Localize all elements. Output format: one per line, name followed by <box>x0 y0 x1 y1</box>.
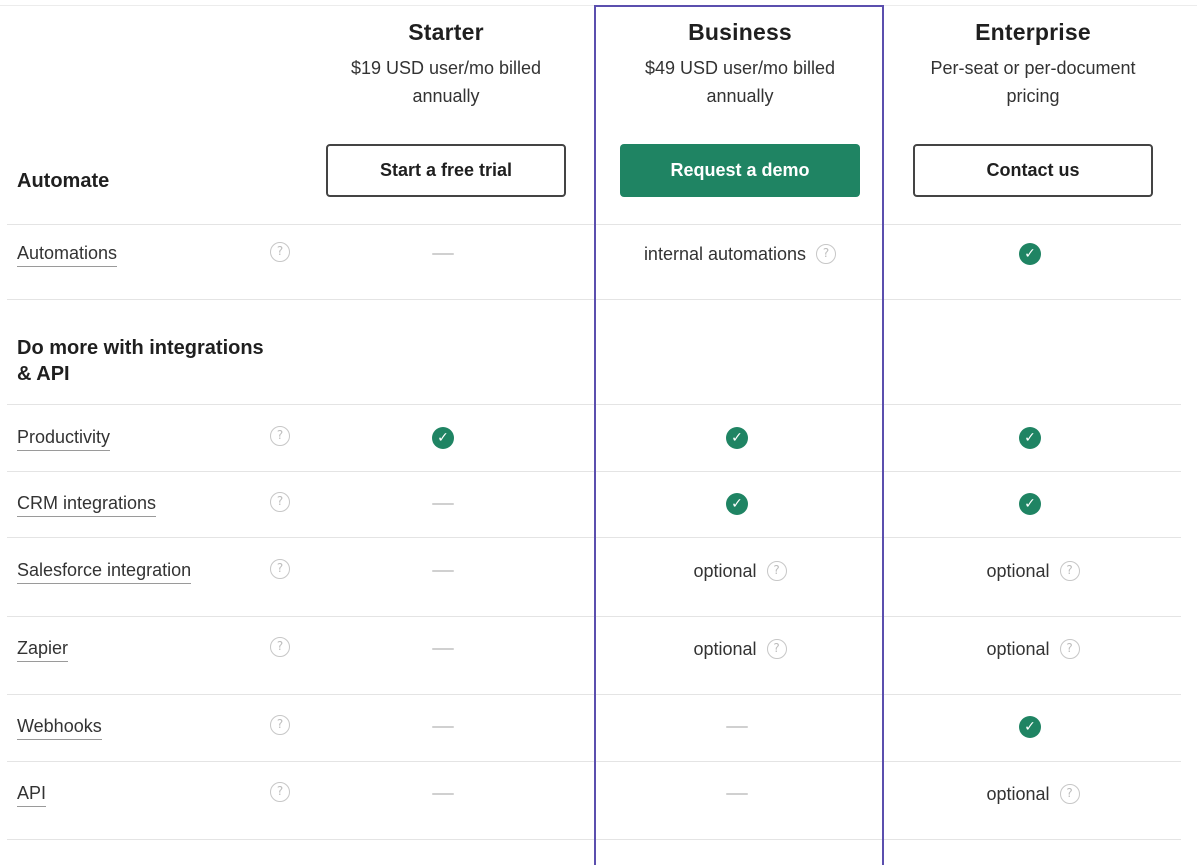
cell-salesforce-integration-starter <box>301 556 591 586</box>
check-circle-icon: ✓ <box>1019 427 1041 449</box>
help-icon[interactable]: ? <box>1059 639 1080 659</box>
plan-price: $19 USD user/mo billed annually <box>350 58 542 106</box>
cell-automations-starter <box>301 239 591 269</box>
row-divider <box>7 616 1181 617</box>
help-icon[interactable]: ? <box>1059 561 1080 581</box>
plan-starter: Starter $19 USD user/mo billed annually … <box>301 0 591 197</box>
feature-label-automations[interactable]: Automations <box>17 241 118 267</box>
help-icon[interactable]: ? <box>766 561 787 581</box>
help-icon[interactable]: ? <box>270 715 290 735</box>
cell-webhooks-enterprise: ✓ <box>888 712 1178 742</box>
check-circle-icon: ✓ <box>1019 493 1041 515</box>
request-demo-button[interactable]: Request a demo <box>620 144 860 197</box>
cell-webhooks-starter <box>301 712 591 742</box>
cell-salesforce-integration-business: optional? <box>595 556 885 586</box>
cell-api-enterprise: optional? <box>888 779 1178 809</box>
check-circle-icon: ✓ <box>726 427 748 449</box>
dash-icon <box>432 570 454 572</box>
plan-price: $49 USD user/mo billed annually <box>644 58 836 106</box>
feature-label-zapier[interactable]: Zapier <box>17 636 69 662</box>
help-icon[interactable]: ? <box>270 426 290 446</box>
help-icon[interactable]: ? <box>270 492 290 512</box>
plan-name: Enterprise <box>975 19 1091 45</box>
help-icon[interactable]: ? <box>270 637 290 657</box>
dash-icon <box>726 726 748 728</box>
feature-label-salesforce-integration[interactable]: Salesforce integration <box>17 558 192 584</box>
cell-crm-integrations-starter <box>301 489 591 519</box>
contact-us-button[interactable]: Contact us <box>913 144 1153 197</box>
help-icon[interactable]: ? <box>816 244 837 264</box>
check-circle-icon: ✓ <box>1019 243 1041 265</box>
cell-salesforce-integration-enterprise: optional? <box>888 556 1178 586</box>
dash-icon <box>726 793 748 795</box>
cell-automations-business: internal automations? <box>595 239 885 269</box>
cell-crm-integrations-enterprise: ✓ <box>888 489 1178 519</box>
cell-productivity-starter: ✓ <box>301 423 591 453</box>
row-divider <box>7 299 1181 300</box>
plan-price: Per-seat or per-document pricing <box>930 58 1136 106</box>
row-divider <box>7 224 1181 225</box>
check-circle-icon: ✓ <box>726 493 748 515</box>
dash-icon <box>432 253 454 255</box>
cell-zapier-enterprise: optional? <box>888 634 1178 664</box>
dash-icon <box>432 503 454 505</box>
section-title-automate: Automate <box>17 170 110 192</box>
check-circle-icon: ✓ <box>1019 716 1041 738</box>
help-icon[interactable]: ? <box>1059 784 1080 804</box>
row-divider <box>7 694 1181 695</box>
row-divider <box>7 471 1181 472</box>
check-circle-icon: ✓ <box>432 427 454 449</box>
help-icon[interactable]: ? <box>270 782 290 802</box>
cell-api-business <box>595 779 885 809</box>
cell-text: optional <box>986 638 1050 659</box>
feature-label-crm-integrations[interactable]: CRM integrations <box>17 491 157 517</box>
dash-icon <box>432 726 454 728</box>
cell-text: optional <box>986 783 1050 804</box>
plan-business: Business $49 USD user/mo billed annually… <box>595 0 885 197</box>
row-divider <box>7 761 1181 762</box>
cell-webhooks-business <box>595 712 885 742</box>
cell-text: optional <box>986 560 1050 581</box>
cell-productivity-business: ✓ <box>595 423 885 453</box>
cell-zapier-starter <box>301 634 591 664</box>
cell-zapier-business: optional? <box>595 634 885 664</box>
help-icon[interactable]: ? <box>766 639 787 659</box>
row-divider <box>7 839 1181 840</box>
cell-productivity-enterprise: ✓ <box>888 423 1178 453</box>
help-icon[interactable]: ? <box>270 559 290 579</box>
feature-label-productivity[interactable]: Productivity <box>17 425 111 451</box>
dash-icon <box>432 793 454 795</box>
plan-name: Starter <box>408 19 484 45</box>
cell-crm-integrations-business: ✓ <box>595 489 885 519</box>
cell-text: optional <box>693 638 757 659</box>
feature-label-api[interactable]: API <box>17 781 47 807</box>
row-divider <box>7 537 1181 538</box>
cell-text: internal automations <box>643 243 807 264</box>
dash-icon <box>432 648 454 650</box>
feature-label-webhooks[interactable]: Webhooks <box>17 714 102 740</box>
section-title-integrations: Do more with integrations & API <box>17 337 264 385</box>
plan-name: Business <box>688 19 792 45</box>
row-divider <box>7 404 1181 405</box>
cell-automations-enterprise: ✓ <box>888 239 1178 269</box>
help-icon[interactable]: ? <box>270 242 290 262</box>
cell-text: optional <box>693 560 757 581</box>
start-free-trial-button[interactable]: Start a free trial <box>326 144 566 197</box>
cell-api-starter <box>301 779 591 809</box>
plan-enterprise: Enterprise Per-seat or per-document pric… <box>888 0 1178 197</box>
